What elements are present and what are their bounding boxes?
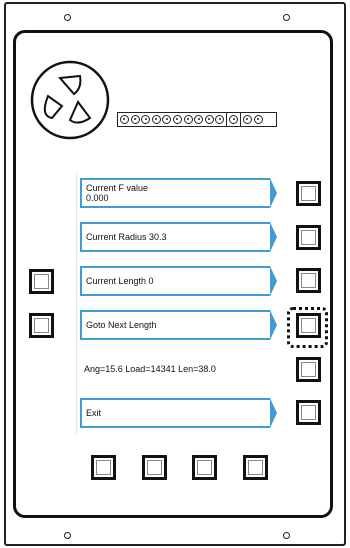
- menu-button-next-length[interactable]: Goto Next Length: [80, 309, 281, 349]
- left-softkey-2[interactable]: [29, 313, 54, 338]
- right-softkey-5[interactable]: [296, 357, 321, 382]
- menu-button-exit[interactable]: Exit: [80, 397, 281, 437]
- menu-button-label: Current F value: [86, 183, 149, 193]
- menu-button-value: 0.000: [86, 193, 109, 203]
- menu-button-label: Goto Next Length: [86, 320, 157, 330]
- mount-hole: [283, 14, 290, 21]
- fan-icon: [30, 60, 110, 140]
- bottom-softkey-2[interactable]: [142, 455, 167, 480]
- status-readout: Ang=15.6 Load=14341 Len=38.0: [84, 364, 216, 374]
- mount-hole: [64, 532, 71, 539]
- chevron-right-icon: [270, 265, 281, 305]
- chevron-right-icon: [270, 309, 281, 349]
- bottom-softkey-3[interactable]: [192, 455, 217, 480]
- chevron-right-icon: [270, 177, 281, 217]
- selection-highlight: [287, 307, 328, 348]
- bottom-softkey-4[interactable]: [243, 455, 268, 480]
- menu-button-f-value[interactable]: Current F value 0.000: [80, 177, 281, 217]
- menu-button-label: Current Length 0: [86, 276, 154, 286]
- right-softkey-6[interactable]: [296, 400, 321, 425]
- bottom-softkey-1[interactable]: [91, 455, 116, 480]
- mount-hole: [283, 532, 290, 539]
- right-softkey-2[interactable]: [296, 225, 321, 250]
- chevron-right-icon: [270, 397, 281, 437]
- connector-pins-icon: [117, 112, 277, 127]
- menu-button-length[interactable]: Current Length 0: [80, 265, 281, 305]
- right-softkey-1[interactable]: [296, 181, 321, 206]
- menu-button-label: Exit: [86, 408, 102, 418]
- right-softkey-3[interactable]: [296, 268, 321, 293]
- mount-hole: [64, 14, 71, 21]
- menu-button-label: Current Radius 30.3: [86, 232, 167, 242]
- menu-button-radius[interactable]: Current Radius 30.3: [80, 221, 281, 261]
- left-softkey-1[interactable]: [29, 269, 54, 294]
- display-screen: [76, 172, 277, 434]
- chevron-right-icon: [270, 221, 281, 261]
